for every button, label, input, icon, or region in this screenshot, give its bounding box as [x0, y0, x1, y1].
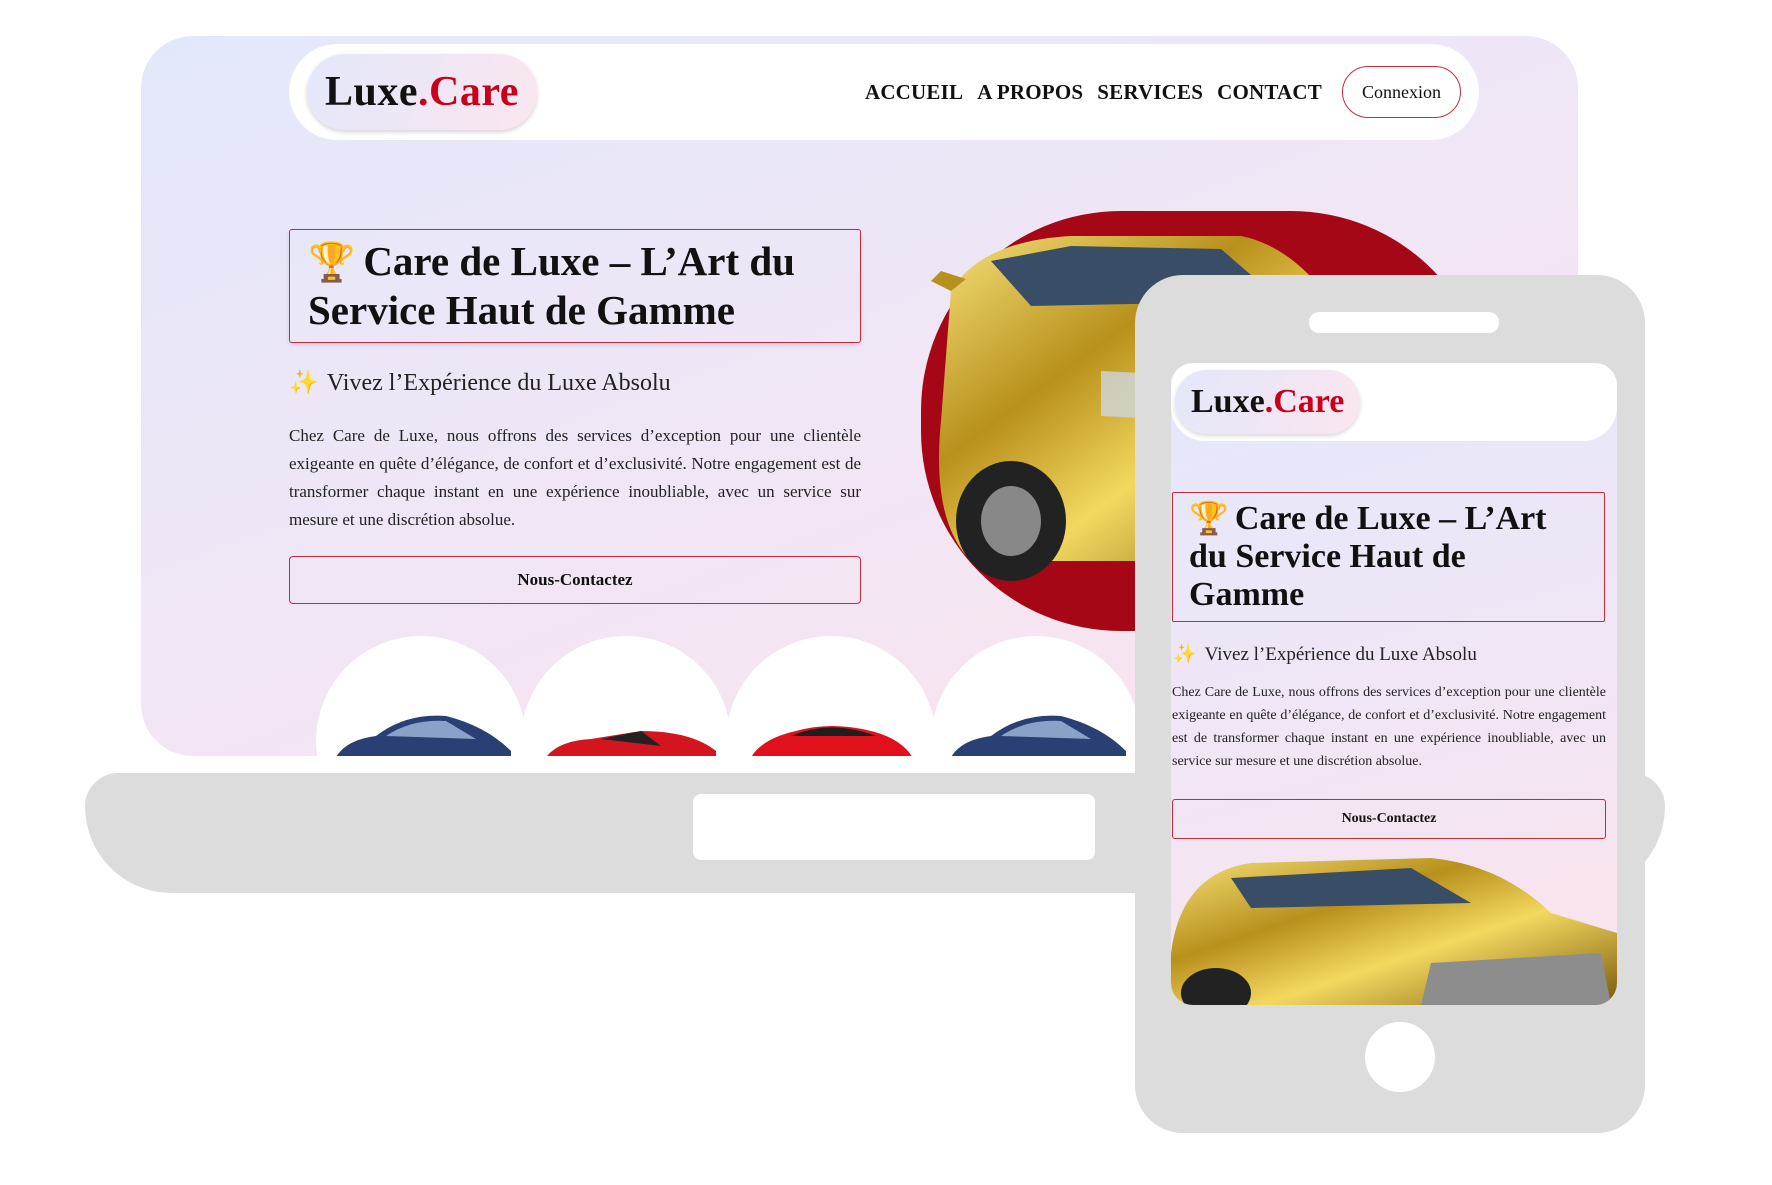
- login-button[interactable]: Connexion: [1342, 66, 1461, 118]
- contact-button[interactable]: Nous-Contactez: [289, 556, 861, 604]
- mobile-hero-subtitle: ✨ Vivez l’Expérience du Luxe Absolu: [1173, 644, 1477, 665]
- logo[interactable]: Luxe.Care: [307, 54, 537, 130]
- phone-screen: Luxe.Care 🏆 Care de Luxe – L’Art du Servi…: [1171, 363, 1617, 1005]
- trophy-icon: 🏆: [308, 242, 356, 284]
- hero-title-box: 🏆 Care de Luxe – L’Art du Service Haut de…: [289, 229, 861, 343]
- logo-text: Luxe.Care: [325, 69, 519, 115]
- car-thumb-3[interactable]: [726, 636, 936, 756]
- car-image-red-convertible: [547, 731, 716, 756]
- phone-speaker: [1309, 312, 1499, 333]
- mobile-gold-car-image: [1171, 858, 1617, 1005]
- car-image-blue: [336, 715, 511, 756]
- sparkles-icon: ✨: [289, 370, 319, 396]
- trophy-icon: 🏆: [1189, 500, 1229, 536]
- nav-link-a-propos[interactable]: A PROPOS: [977, 80, 1083, 105]
- laptop-trackpad: [693, 794, 1095, 860]
- nav-link-services[interactable]: SERVICES: [1097, 80, 1203, 105]
- car-image-blue-2: [951, 715, 1126, 756]
- phone-frame: Luxe.Care 🏆 Care de Luxe – L’Art du Servi…: [1135, 275, 1645, 1133]
- mobile-logo-text: Luxe.Care: [1191, 383, 1345, 420]
- car-thumb-4[interactable]: [931, 636, 1141, 756]
- car-thumb-1[interactable]: [316, 636, 526, 756]
- hero-subtitle: ✨ Vivez l’Expérience du Luxe Absolu: [289, 370, 671, 396]
- nav-links: ACCUEIL A PROPOS SERVICES CONTACT Connex…: [865, 66, 1461, 118]
- hero-title: 🏆 Care de Luxe – L’Art du Service Haut de…: [308, 238, 795, 333]
- mobile-logo[interactable]: Luxe.Care: [1175, 370, 1361, 434]
- car-image-red-sport: [751, 726, 912, 756]
- mobile-navbar: Luxe.Care: [1171, 363, 1617, 441]
- phone-home-button[interactable]: [1365, 1022, 1435, 1092]
- sparkles-icon: ✨: [1173, 644, 1197, 665]
- hero-text: Chez Care de Luxe, nous offrons des serv…: [289, 426, 861, 529]
- mobile-contact-button[interactable]: Nous-Contactez: [1172, 799, 1606, 839]
- mobile-hero-title: 🏆 Care de Luxe – L’Art du Service Haut de…: [1189, 500, 1547, 613]
- navbar: Luxe.Care ACCUEIL A PROPOS SERVICES CONT…: [289, 44, 1479, 140]
- mobile-hero-title-box: 🏆 Care de Luxe – L’Art du Service Haut de…: [1172, 492, 1605, 622]
- car-thumb-2[interactable]: [521, 636, 731, 756]
- mobile-hero-text: Chez Care de Luxe, nous offrons des serv…: [1172, 685, 1606, 769]
- nav-link-contact[interactable]: CONTACT: [1217, 80, 1322, 105]
- nav-link-accueil[interactable]: ACCUEIL: [865, 80, 963, 105]
